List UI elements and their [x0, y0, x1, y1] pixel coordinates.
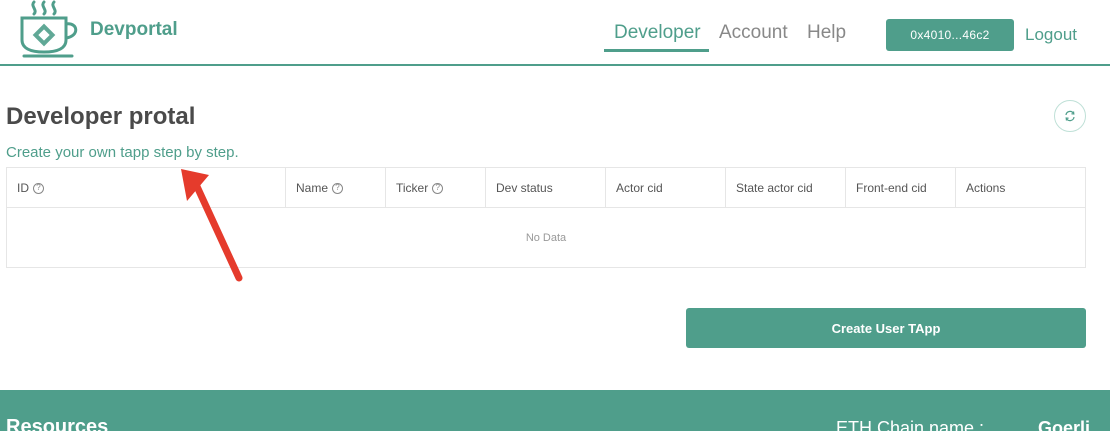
refresh-icon[interactable] [1054, 100, 1086, 132]
footer-chain-label: ETH Chain name : [836, 418, 985, 431]
page-root: Devportal Developer Account Help 0x4010.… [0, 0, 1110, 431]
column-header-label: ID [17, 181, 29, 195]
annotation-arrow-icon [181, 169, 243, 282]
create-user-tapp-button[interactable]: Create User TApp [686, 308, 1086, 348]
column-header-label: Actions [966, 181, 1006, 195]
page-title: Developer protal [6, 103, 196, 130]
nav-active-underline [604, 49, 709, 52]
nav-help[interactable]: Help [807, 22, 846, 44]
footer-chain-value: Goerli [1038, 418, 1091, 431]
column-header-label: Dev status [496, 181, 553, 195]
question-circle-icon[interactable]: ? [432, 182, 444, 194]
question-circle-icon[interactable]: ? [33, 182, 44, 194]
column-header-actions: Actions [956, 168, 1085, 208]
table-empty-state: No Data [525, 231, 567, 244]
top-header: Devportal Developer Account Help 0x4010.… [0, 0, 1110, 66]
footer-resources-heading: Resources [6, 416, 109, 431]
tapp-table: ID ? Name ? Ticker ? Dev status Actor ci… [6, 167, 1086, 268]
nav-developer[interactable]: Developer [614, 22, 701, 44]
column-header-label: Name [296, 181, 329, 195]
table-header: ID ? Name ? Ticker ? Dev status Actor ci… [7, 168, 1085, 208]
question-circle-icon[interactable]: ? [332, 182, 344, 194]
column-header-front-end-cid: Front-end cid [846, 168, 956, 208]
column-header-dev-status: Dev status [486, 168, 606, 208]
brand-name[interactable]: Devportal [90, 19, 178, 41]
column-header-actor-cid: Actor cid [606, 168, 726, 208]
column-header-label: Front-end cid [856, 181, 927, 195]
wallet-address-button[interactable]: 0x4010...46c2 [886, 19, 1014, 51]
column-header-state-actor-cid: State actor cid [726, 168, 846, 208]
column-header-label: State actor cid [736, 181, 813, 195]
page-subtitle: Create your own tapp step by step. [6, 144, 239, 161]
nav-account[interactable]: Account [719, 22, 788, 44]
column-header-label: Ticker [396, 181, 429, 195]
logout-link[interactable]: Logout [1025, 25, 1077, 45]
teacup-logo-icon[interactable] [18, 0, 86, 60]
column-header-name[interactable]: Name ? [286, 168, 386, 208]
column-header-label: Actor cid [616, 181, 663, 195]
footer: Resources ETH Chain name : Goerli [0, 390, 1110, 431]
column-header-ticker[interactable]: Ticker ? [386, 168, 486, 208]
